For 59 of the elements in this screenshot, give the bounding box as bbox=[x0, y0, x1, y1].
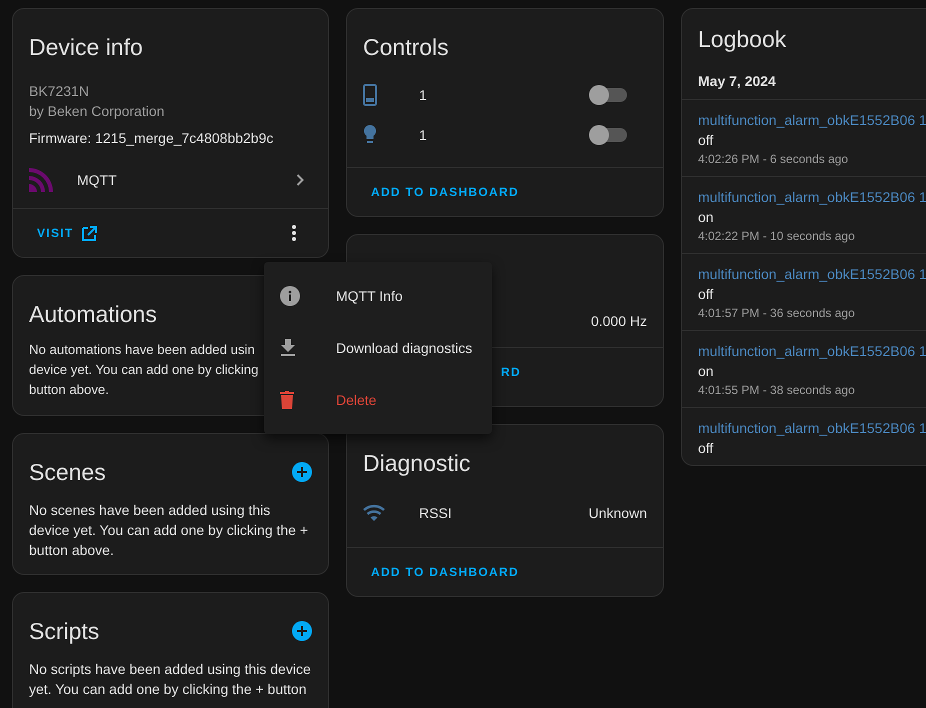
download-icon bbox=[280, 339, 296, 357]
log-state: off bbox=[698, 439, 714, 458]
entity-link[interactable]: multifunction_alarm_obkE1552B06 1 bbox=[698, 264, 926, 284]
log-time: 4:02:22 PM - 10 seconds ago bbox=[698, 228, 855, 245]
add-icon[interactable] bbox=[292, 462, 312, 482]
add-to-dashboard-button[interactable]: RD bbox=[493, 357, 529, 387]
external-link-icon bbox=[82, 226, 97, 240]
more-vertical-icon bbox=[292, 225, 296, 241]
entity-name: 1 bbox=[419, 127, 427, 143]
card-title: Scenes bbox=[29, 458, 106, 487]
visit-button[interactable]: VISIT bbox=[29, 218, 105, 248]
log-state: off bbox=[698, 285, 714, 304]
menu-item[interactable]: Download diagnostics bbox=[264, 322, 492, 374]
info-icon bbox=[280, 286, 300, 306]
log-state: on bbox=[698, 208, 714, 227]
empty-message: No scripts have been added using this device yet. You can add one by clicking the + button bbox=[29, 660, 312, 699]
signal-icon bbox=[29, 168, 53, 192]
card-title: Diagnostic bbox=[363, 449, 470, 478]
entity-state: Unknown bbox=[588, 505, 647, 521]
card-title: Automations bbox=[29, 300, 157, 329]
integration-label: MQTT bbox=[77, 172, 117, 188]
model-text: BK7231N bbox=[29, 82, 89, 101]
log-time: 4:02:26 PM - 6 seconds ago bbox=[698, 151, 848, 168]
add-icon[interactable] bbox=[292, 621, 312, 641]
entity-name: 1 bbox=[419, 87, 427, 103]
entity-link[interactable]: multifunction_alarm_obkE1552B06 1 bbox=[698, 110, 926, 130]
trash-icon bbox=[280, 391, 294, 409]
toggle-switch[interactable] bbox=[591, 128, 627, 142]
log-state: off bbox=[698, 131, 714, 150]
entity-link[interactable]: multifunction_alarm_obkE1552B06 1 bbox=[698, 341, 926, 361]
card-title: Logbook bbox=[698, 25, 786, 54]
menu-label: MQTT Info bbox=[336, 288, 403, 304]
chevron-right-icon bbox=[296, 174, 304, 186]
log-time: 4:01:55 PM - 38 seconds ago bbox=[698, 382, 855, 399]
firmware-text: Firmware: 1215_merge_7c4808bb2b9c bbox=[29, 129, 274, 148]
add-to-dashboard-button[interactable]: ADD TO DASHBOARD bbox=[363, 177, 527, 207]
manufacturer-text: by Beken Corporation bbox=[29, 102, 164, 121]
add-to-dashboard-button[interactable]: ADD TO DASHBOARD bbox=[363, 557, 527, 587]
empty-message: No automations have been added usin device yet. You can add one by clicking button above. bbox=[29, 341, 258, 399]
log-time: 4:01:57 PM - 36 seconds ago bbox=[698, 305, 855, 322]
card-title: Scripts bbox=[29, 617, 100, 646]
phone-icon bbox=[363, 84, 377, 106]
card-title: Controls bbox=[363, 33, 449, 62]
sensor-value: 0.000 Hz bbox=[590, 313, 647, 329]
log-state: on bbox=[698, 362, 714, 381]
menu-label: Download diagnostics bbox=[336, 340, 472, 356]
entity-name: RSSI bbox=[419, 505, 452, 521]
empty-message: No scenes have been added using this device yet. You can add one by clicking the + button above. bbox=[29, 501, 310, 560]
menu-item[interactable]: MQTT Info bbox=[264, 270, 492, 322]
log-date: May 7, 2024 bbox=[697, 72, 777, 91]
toggle-switch[interactable] bbox=[591, 88, 627, 102]
entity-link[interactable]: multifunction_alarm_obkE1552B06 1 bbox=[698, 418, 926, 438]
bulb-icon bbox=[363, 124, 377, 146]
card-title: Device info bbox=[29, 33, 143, 62]
menu-item[interactable]: Delete bbox=[264, 374, 492, 426]
wifi-icon bbox=[363, 504, 385, 522]
menu-label: Delete bbox=[336, 392, 376, 408]
integration-row[interactable]: MQTT bbox=[13, 156, 328, 204]
entity-link[interactable]: multifunction_alarm_obkE1552B06 1 bbox=[698, 187, 926, 207]
